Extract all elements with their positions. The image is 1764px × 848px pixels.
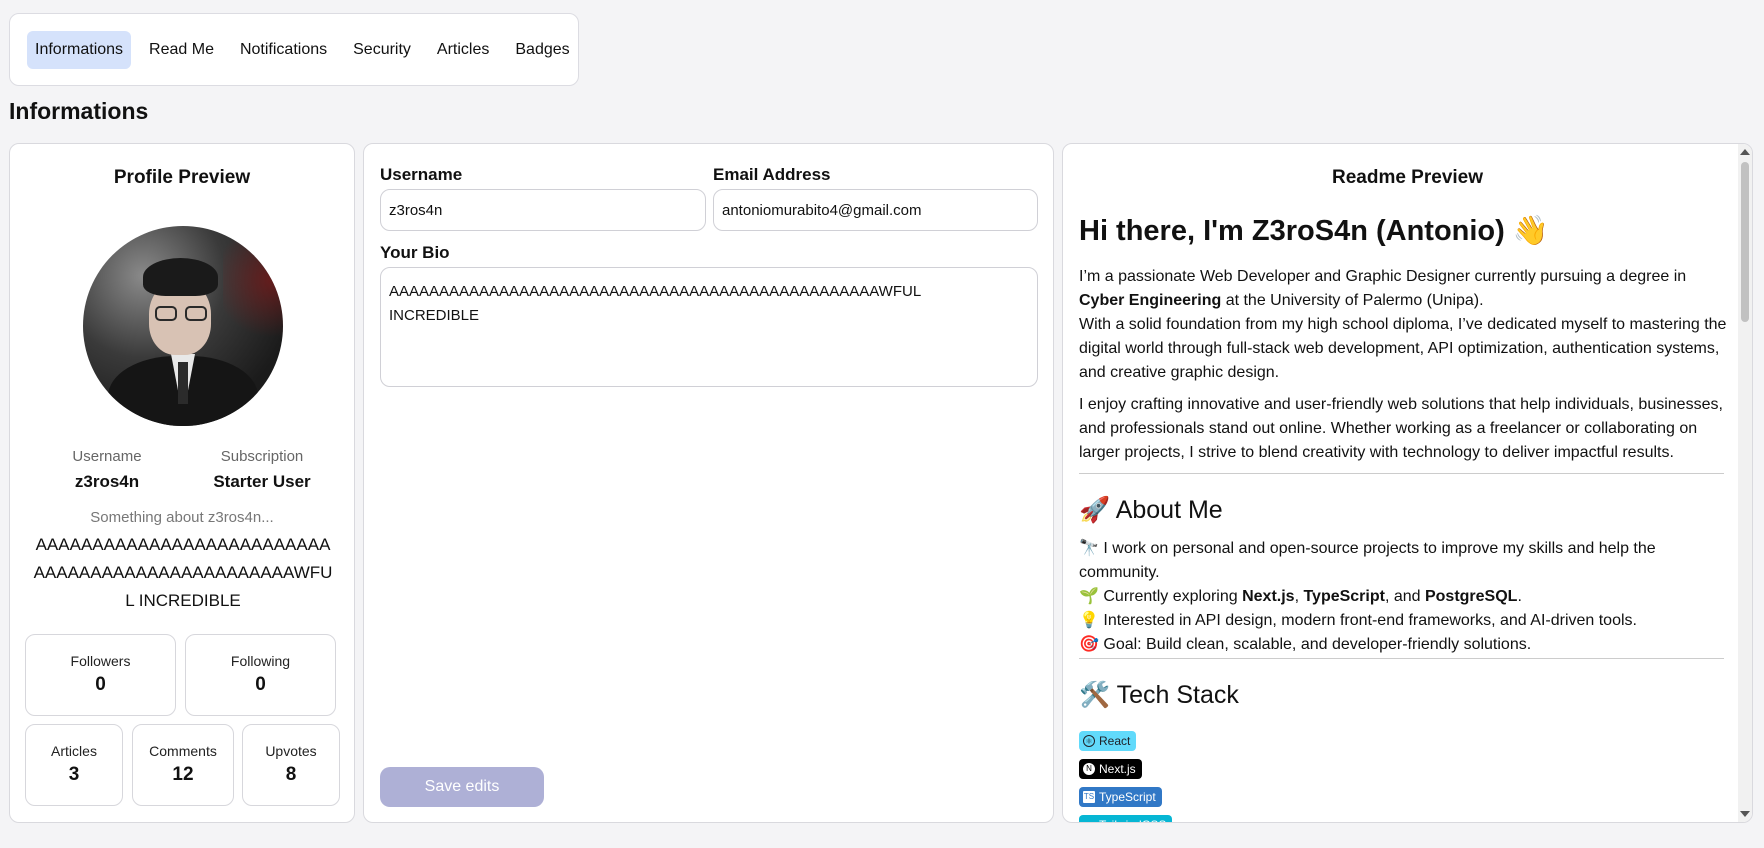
tab-informations[interactable]: Informations xyxy=(27,30,132,69)
about-item-4: 🎯 Goal: Build clean, scalable, and devel… xyxy=(1079,636,1532,653)
stat-articles-value: 3 xyxy=(68,764,80,785)
username-label: Username xyxy=(380,165,463,184)
stat-followers-value: 0 xyxy=(95,674,106,695)
stat-comments-label: Comments xyxy=(149,743,217,759)
profile-preview-panel: Profile Preview Username z3ros4n Subscri… xyxy=(9,143,355,823)
profile-subscription-label: Subscription xyxy=(220,448,304,465)
tab-badges[interactable]: Badges xyxy=(507,31,577,69)
tab-notifications[interactable]: Notifications xyxy=(232,31,335,69)
scrollbar-thumb[interactable] xyxy=(1741,162,1749,322)
about-item-3: 💡 Interested in API design, modern front… xyxy=(1079,612,1637,629)
tech-stack-heading: 🛠️ Tech Stack xyxy=(1079,681,1239,709)
email-input[interactable]: antoniomurabito4@gmail.com xyxy=(713,189,1038,231)
scroll-up-icon[interactable] xyxy=(1740,149,1750,155)
stat-following-value: 0 xyxy=(255,674,266,695)
profile-about-label: Something about z3ros4n... xyxy=(90,509,274,526)
stat-comments-value: 12 xyxy=(172,764,194,785)
readme-preview-panel[interactable]: Readme Preview Hi there, I'm Z3roS4n (An… xyxy=(1062,143,1753,823)
username-input[interactable]: z3ros4n xyxy=(380,189,706,231)
profile-subscription-value: Starter User xyxy=(213,472,311,491)
tab-bar: Informations Read Me Notifications Secur… xyxy=(9,13,579,86)
stat-articles-label: Articles xyxy=(51,743,97,759)
react-icon: ⚛ xyxy=(1083,735,1095,747)
scroll-down-icon[interactable] xyxy=(1740,811,1750,817)
divider xyxy=(1079,658,1724,659)
profile-username-label: Username xyxy=(72,448,142,465)
readme-paragraph-1: I’m a passionate Web Developer and Graph… xyxy=(1079,268,1727,381)
save-edits-button[interactable]: Save edits xyxy=(380,767,544,807)
profile-username: Username z3ros4n xyxy=(32,448,182,492)
stat-upvotes-label: Upvotes xyxy=(265,743,317,759)
badge-tailwindcss: ~TailwindCSS xyxy=(1079,815,1173,822)
tailwind-icon: ~ xyxy=(1083,819,1095,822)
edit-form-panel: Username z3ros4n Email Address antoniomu… xyxy=(363,143,1054,823)
readme-preview-title: Readme Preview xyxy=(1331,167,1484,188)
badge-typescript: TS TypeScript xyxy=(1079,787,1162,807)
stat-comments: Comments 12 xyxy=(132,724,234,806)
about-item-2: 🌱 Currently exploring Next.js, TypeScrip… xyxy=(1079,588,1522,605)
page-title: Informations xyxy=(9,98,149,124)
badge-react: ⚛ React xyxy=(1079,731,1137,751)
bio-label: Your Bio xyxy=(380,243,450,262)
profile-preview-title: Profile Preview xyxy=(113,167,251,188)
avatar xyxy=(83,226,283,426)
stat-following: Following 0 xyxy=(185,634,336,716)
profile-bio: AAAAAAAAAAAAAAAAAAAAAAAAAAAAAAAAAAAAAAAA… xyxy=(33,535,333,610)
badge-nextjs: N Next.js xyxy=(1079,759,1142,779)
readme-heading: Hi there, I'm Z3roS4n (Antonio) 👋 xyxy=(1079,215,1549,247)
profile-username-value: z3ros4n xyxy=(74,472,140,491)
stat-upvotes-value: 8 xyxy=(285,764,297,785)
stat-followers-label: Followers xyxy=(70,653,131,669)
divider xyxy=(1079,473,1724,474)
about-item-1: 🔭 I work on personal and open-source pro… xyxy=(1079,540,1656,581)
readme-scrollbar[interactable] xyxy=(1738,144,1752,822)
tab-read-me[interactable]: Read Me xyxy=(141,31,222,69)
stat-following-label: Following xyxy=(230,653,291,669)
profile-subscription: Subscription Starter User xyxy=(187,448,337,492)
about-me-heading: 🚀 About Me xyxy=(1079,496,1223,524)
tab-security[interactable]: Security xyxy=(345,31,419,69)
stat-articles: Articles 3 xyxy=(25,724,123,806)
readme-paragraph-2: I enjoy crafting innovative and user-fri… xyxy=(1079,396,1723,461)
nextjs-icon: N xyxy=(1083,763,1095,775)
typescript-icon: TS xyxy=(1083,791,1095,803)
stat-upvotes: Upvotes 8 xyxy=(242,724,340,806)
tab-articles[interactable]: Articles xyxy=(429,31,497,69)
stat-followers: Followers 0 xyxy=(25,634,176,716)
email-label: Email Address xyxy=(713,165,831,184)
bio-textarea[interactable]: AAAAAAAAAAAAAAAAAAAAAAAAAAAAAAAAAAAAAAAA… xyxy=(380,267,1038,387)
